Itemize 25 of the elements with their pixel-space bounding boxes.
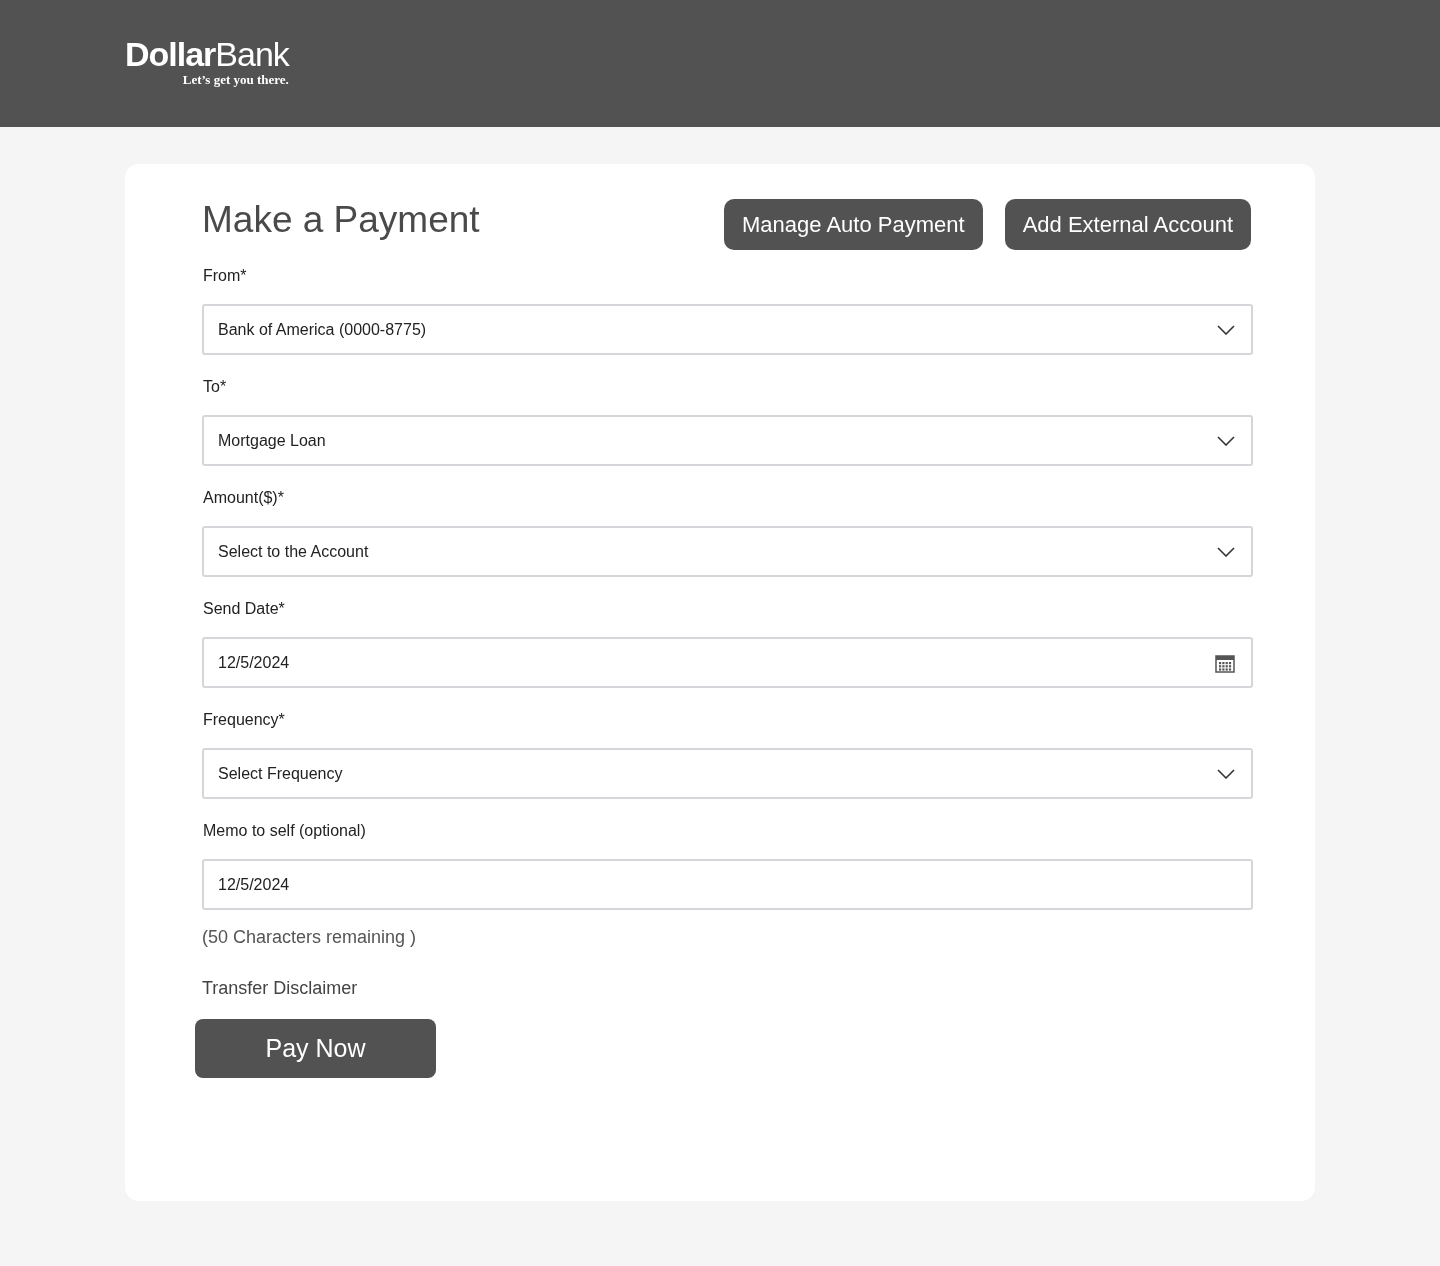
page-title: Make a Payment: [202, 199, 480, 241]
select-field[interactable]: Bank of America (0000-8775): [202, 304, 1253, 355]
characters-remaining: (50 Characters remaining ): [202, 926, 418, 949]
memo-field[interactable]: 12/5/2024: [202, 859, 1253, 910]
select-field[interactable]: Select Frequency: [202, 748, 1253, 799]
action-button[interactable]: Add External Account: [1004, 199, 1251, 250]
field-label: To*: [202, 377, 228, 397]
chevron-down-icon: [1217, 324, 1235, 335]
chevron-down-icon: [1217, 546, 1235, 557]
calendar-icon: [1215, 652, 1235, 673]
field-label: Frequency*: [202, 710, 286, 730]
action-button[interactable]: Manage Auto Payment: [724, 199, 983, 250]
date-field[interactable]: 12/5/2024: [202, 637, 1253, 688]
field-label: Memo to self (optional): [202, 821, 367, 841]
bank-logo[interactable]: DollarBank: [125, 37, 289, 71]
field-label: Send Date*: [202, 599, 286, 619]
pay-now-button[interactable]: Pay Now: [195, 1019, 436, 1078]
chevron-down-icon: [1217, 768, 1235, 779]
chevron-down-icon: [1217, 435, 1235, 446]
select-field[interactable]: Mortgage Loan: [202, 415, 1253, 466]
field-label: From*: [202, 266, 248, 286]
transfer-disclaimer: Transfer Disclaimer: [202, 977, 359, 1000]
logo-tagline: Let’s get you there.: [182, 73, 289, 86]
select-field[interactable]: Select to the Account: [202, 526, 1253, 577]
field-label: Amount($)*: [202, 488, 285, 508]
